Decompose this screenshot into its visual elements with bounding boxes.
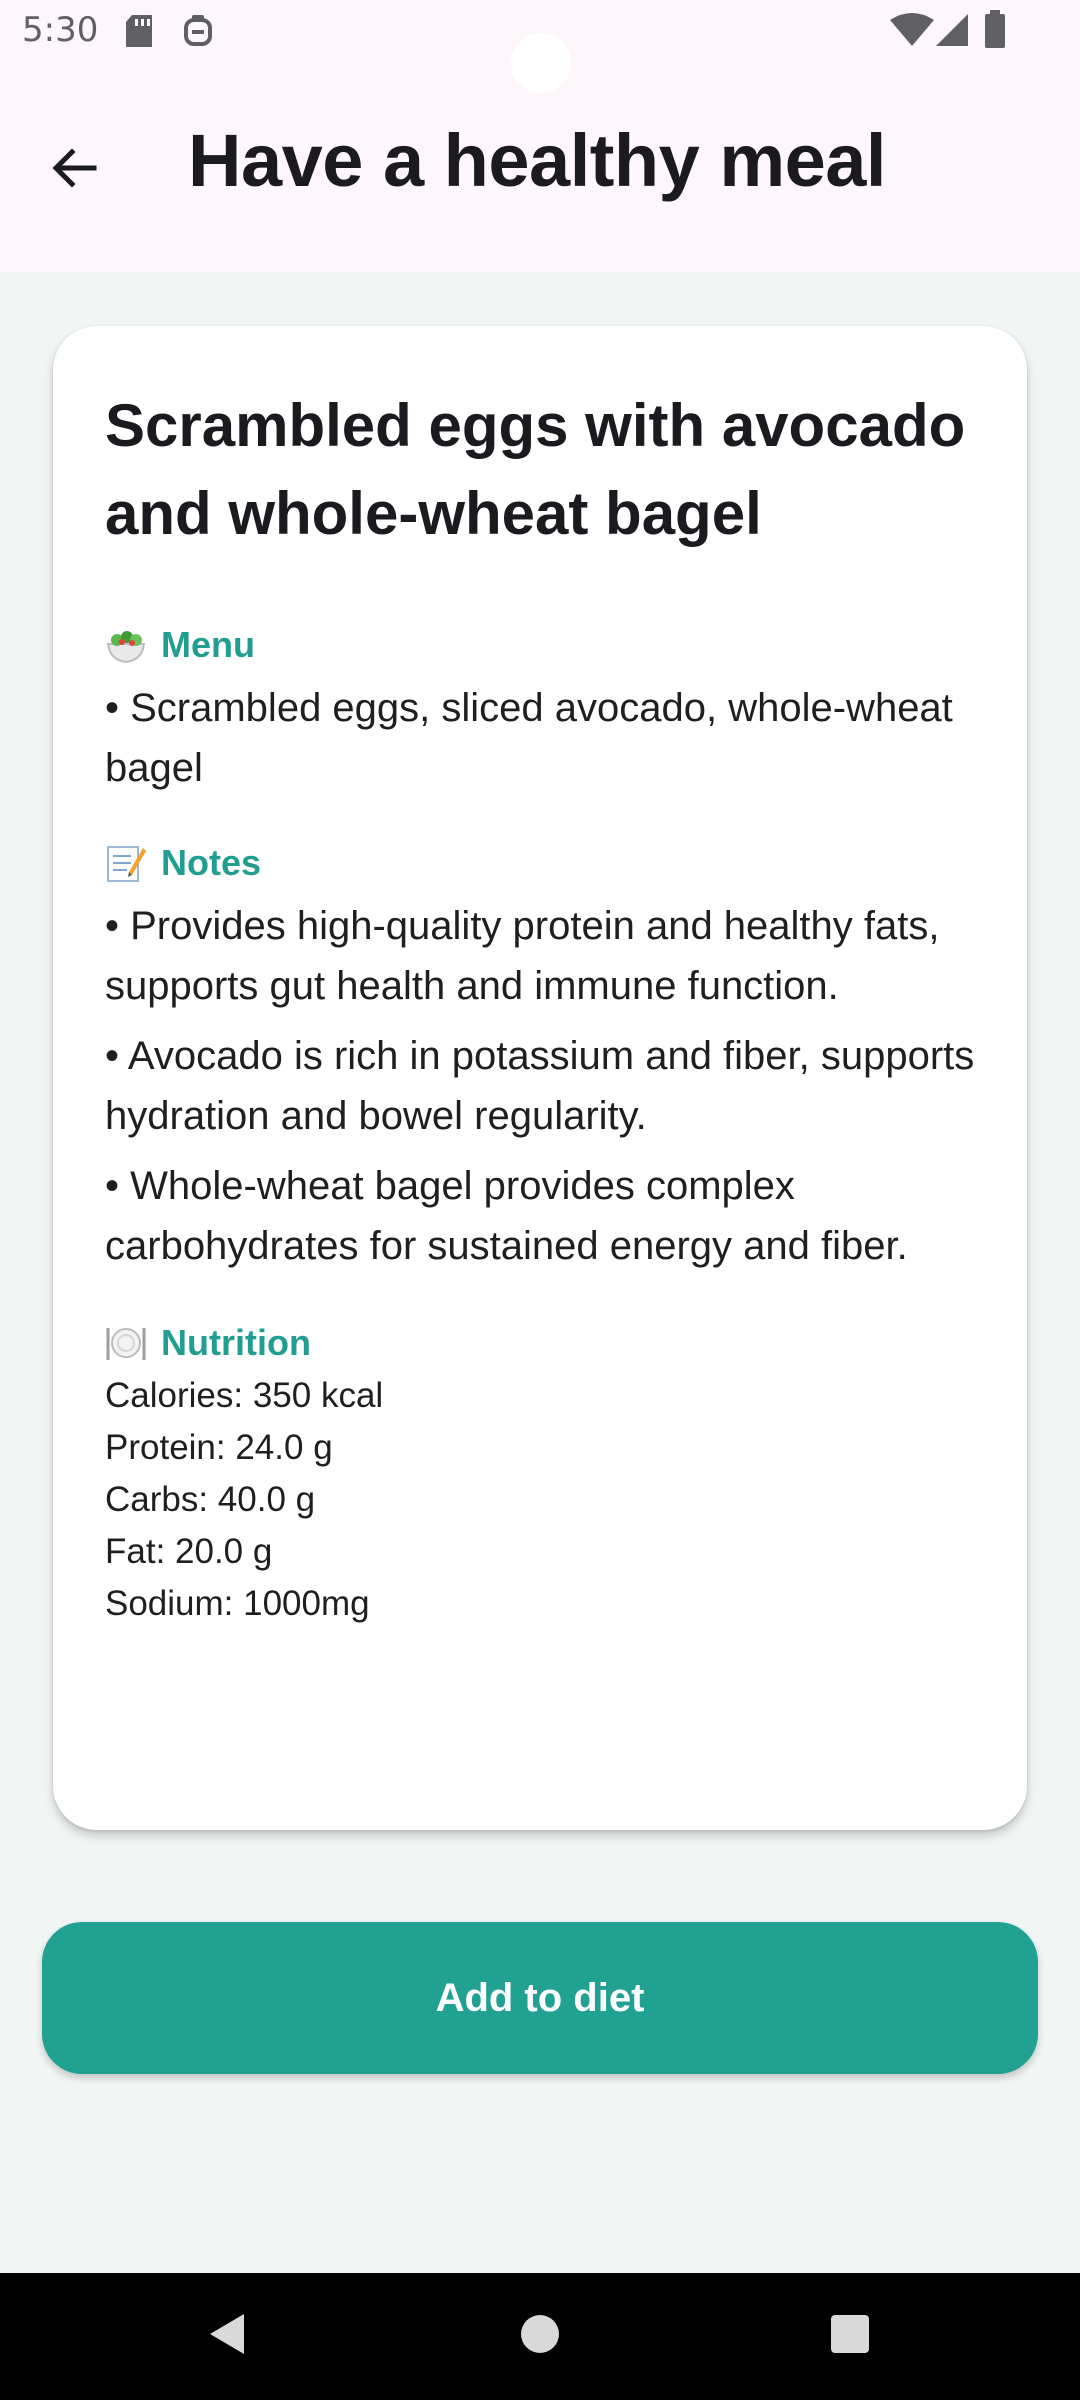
nutrition-heading: Nutrition	[161, 1322, 311, 1363]
status-time: 5:30	[22, 10, 99, 50]
nutrition-carbs: Carbs: 40.0 g	[105, 1480, 316, 1519]
notes-section-header: Notes	[105, 838, 985, 888]
note-item: • Provides high-quality protein and heal…	[105, 904, 940, 1008]
square-recents-icon	[830, 2314, 870, 2359]
system-nav-bar	[0, 2273, 1080, 2400]
back-button[interactable]	[34, 130, 114, 210]
meal-title: Scrambled eggs with avocado and whole-wh…	[105, 392, 966, 547]
nav-home-button[interactable]	[480, 2273, 600, 2400]
page-title: Have a healthy meal	[188, 119, 886, 202]
meal-card: Scrambled eggs with avocado and whole-wh…	[53, 326, 1027, 1830]
app-header: 5:30 Have a healthy meal	[0, 0, 1080, 272]
add-to-diet-button[interactable]: Add to diet	[42, 1922, 1038, 2074]
notification-icon	[182, 14, 214, 53]
note-item: • Avocado is rich in potassium and fiber…	[105, 1034, 975, 1138]
battery-icon	[984, 10, 1006, 53]
sd-card-icon	[124, 14, 154, 53]
arrow-back-icon	[50, 144, 98, 197]
menu-section-header: Menu	[105, 620, 985, 670]
salad-icon	[105, 624, 147, 666]
notes-heading: Notes	[161, 842, 262, 883]
signal-icon	[934, 12, 970, 53]
memo-icon	[105, 842, 147, 884]
nav-recents-button[interactable]	[790, 2273, 910, 2400]
nutrition-protein: Protein: 24.0 g	[105, 1428, 333, 1467]
nutrition-calories: Calories: 350 kcal	[105, 1376, 384, 1415]
nav-back-button[interactable]	[166, 2273, 286, 2400]
triangle-back-icon	[206, 2312, 246, 2361]
menu-item: • Scrambled eggs, sliced avocado, whole-…	[105, 686, 953, 790]
note-item: • Whole-wheat bagel provides complex car…	[105, 1164, 908, 1268]
nutrition-fat: Fat: 20.0 g	[105, 1532, 273, 1571]
plate-icon	[105, 1322, 147, 1364]
nutrition-sodium: Sodium: 1000mg	[105, 1584, 370, 1623]
wifi-icon	[890, 12, 934, 53]
menu-heading: Menu	[161, 624, 255, 665]
camera-cutout	[511, 33, 571, 93]
nutrition-section-header: Nutrition	[105, 1318, 985, 1368]
circle-home-icon	[520, 2314, 560, 2359]
